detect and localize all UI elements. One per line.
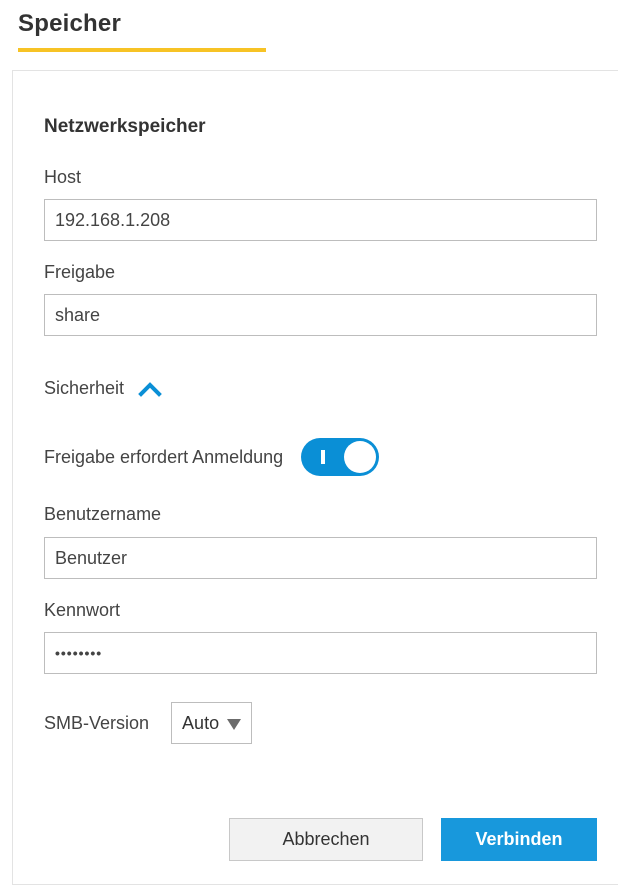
username-input[interactable] [44, 537, 597, 579]
host-label: Host [44, 167, 82, 187]
username-label: Benutzername [44, 504, 162, 524]
chevron-up-icon[interactable] [138, 379, 162, 399]
login-required-switch[interactable] [301, 438, 380, 476]
password-input[interactable] [44, 632, 597, 674]
login-required-label: Freigabe erfordert Anmeldung [44, 446, 284, 467]
security-toggle[interactable]: Sicherheit [44, 378, 162, 399]
smb-version-value: Auto [182, 712, 220, 733]
password-label: Kennwort [44, 600, 121, 620]
page-header: Speicher [0, 0, 618, 70]
security-label: Sicherheit [44, 378, 125, 398]
settings-panel [12, 70, 618, 885]
smb-version-label: SMB-Version [44, 712, 150, 733]
switch-knob [344, 441, 377, 473]
switch-on-mark [321, 450, 326, 464]
connect-button[interactable]: Verbinden [441, 818, 597, 861]
caret-down-icon [227, 718, 242, 730]
host-input[interactable] [44, 199, 597, 241]
login-required-row: Freigabe erfordert Anmeldung [44, 438, 380, 476]
page-title: Speicher [18, 10, 121, 37]
section-title: Netzwerkspeicher [44, 116, 206, 137]
share-label: Freigabe [44, 262, 116, 282]
smb-version-select[interactable]: Auto [171, 702, 253, 744]
title-underline [18, 48, 266, 52]
smb-version-row: SMB-Version Auto [44, 702, 253, 744]
share-input[interactable] [44, 294, 597, 336]
cancel-button[interactable]: Abbrechen [229, 818, 423, 861]
